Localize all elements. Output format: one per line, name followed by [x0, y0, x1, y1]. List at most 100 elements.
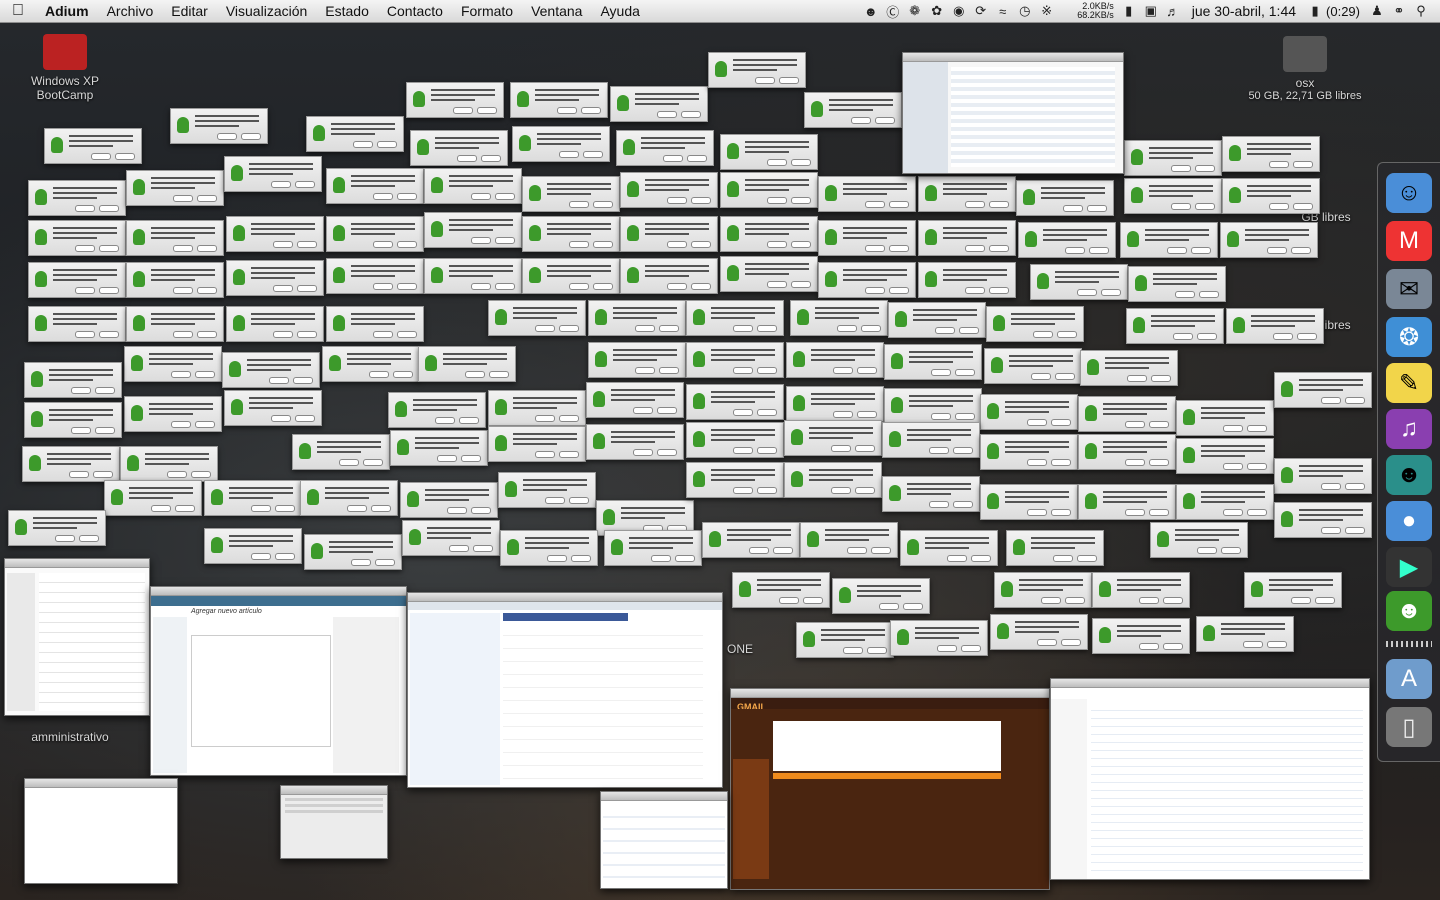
- alert-button[interactable]: [373, 331, 393, 338]
- alert-button[interactable]: [197, 245, 217, 252]
- alert-button[interactable]: [1163, 597, 1183, 604]
- alert-button[interactable]: [1065, 597, 1085, 604]
- alert-button[interactable]: [353, 141, 373, 148]
- alert-button[interactable]: [657, 407, 677, 414]
- alert-button[interactable]: [453, 107, 473, 114]
- adium-alert-dialog[interactable]: [616, 130, 714, 166]
- adium-alert-dialog[interactable]: [980, 484, 1078, 520]
- alert-button[interactable]: [55, 535, 75, 542]
- alert-button[interactable]: [875, 117, 895, 124]
- alert-button[interactable]: [733, 367, 753, 374]
- alert-button[interactable]: [1175, 291, 1195, 298]
- wifi-icon[interactable]: ≈: [992, 4, 1014, 19]
- alert-button[interactable]: [733, 325, 753, 332]
- alert-button[interactable]: [71, 427, 91, 434]
- alert-button[interactable]: [375, 559, 395, 566]
- adium-alert-dialog[interactable]: [1176, 438, 1274, 474]
- alert-button[interactable]: [535, 415, 555, 422]
- adium-alert-dialog[interactable]: [1078, 396, 1176, 432]
- adium-alert-dialog[interactable]: [22, 446, 120, 482]
- adium-alert-dialog[interactable]: [720, 172, 818, 208]
- adium-alert-dialog[interactable]: [918, 262, 1016, 298]
- adium-alert-dialog[interactable]: [918, 176, 1016, 212]
- itunes-icon[interactable]: ♫: [1386, 409, 1432, 449]
- adium-alert-dialog[interactable]: [1176, 400, 1274, 436]
- alert-button[interactable]: [471, 283, 491, 290]
- mail-icon[interactable]: ✉: [1386, 269, 1432, 309]
- alert-button[interactable]: [865, 245, 885, 252]
- alert-button[interactable]: [397, 331, 417, 338]
- alert-button[interactable]: [937, 645, 957, 652]
- alert-button[interactable]: [75, 205, 95, 212]
- alert-button[interactable]: [295, 415, 315, 422]
- adium-alert-dialog[interactable]: [304, 534, 402, 570]
- alert-button[interactable]: [1199, 291, 1219, 298]
- alert-button[interactable]: [757, 367, 777, 374]
- alert-button[interactable]: [767, 281, 787, 288]
- alert-button[interactable]: [691, 241, 711, 248]
- alert-button[interactable]: [471, 507, 491, 514]
- alert-button[interactable]: [861, 325, 881, 332]
- alert-button[interactable]: [1195, 165, 1215, 172]
- alert-button[interactable]: [95, 387, 115, 394]
- adium-alert-dialog[interactable]: [326, 216, 424, 252]
- adium-alert-dialog[interactable]: [424, 168, 522, 204]
- alert-button[interactable]: [855, 487, 875, 494]
- alert-button[interactable]: [879, 603, 899, 610]
- adium-alert-dialog[interactable]: [1124, 178, 1222, 214]
- alert-button[interactable]: [373, 193, 393, 200]
- adium-alert-dialog[interactable]: [980, 434, 1078, 470]
- menu-app[interactable]: Adium: [36, 3, 98, 19]
- adium-alert-dialog[interactable]: [610, 86, 708, 122]
- alert-button[interactable]: [1321, 527, 1341, 534]
- window-titlebar[interactable]: [25, 779, 177, 788]
- menu-contacto[interactable]: Contacto: [378, 3, 452, 19]
- alert-button[interactable]: [559, 451, 579, 458]
- alert-button[interactable]: [569, 241, 589, 248]
- alert-button[interactable]: [197, 331, 217, 338]
- alert-button[interactable]: [1223, 509, 1243, 516]
- adium-alert-dialog[interactable]: [400, 482, 498, 518]
- adium-alert-dialog[interactable]: [126, 306, 224, 342]
- alert-button[interactable]: [1101, 289, 1121, 296]
- alert-button[interactable]: [1293, 161, 1313, 168]
- alert-button[interactable]: [465, 371, 485, 378]
- alert-button[interactable]: [1151, 375, 1171, 382]
- window-titlebar[interactable]: [731, 689, 1049, 698]
- alert-button[interactable]: [1055, 373, 1075, 380]
- alert-button[interactable]: [1197, 547, 1217, 554]
- alert-button[interactable]: [151, 505, 171, 512]
- alert-button[interactable]: [173, 245, 193, 252]
- window-titlebar[interactable]: [151, 587, 406, 596]
- alert-button[interactable]: [297, 331, 317, 338]
- alert-button[interactable]: [791, 197, 811, 204]
- alert-button[interactable]: [843, 647, 863, 654]
- alert-button[interactable]: [1321, 397, 1341, 404]
- alert-button[interactable]: [569, 283, 589, 290]
- alert-button[interactable]: [773, 547, 793, 554]
- adium-alert-dialog[interactable]: [1126, 308, 1224, 344]
- adium-alert-dialog[interactable]: [1244, 572, 1342, 608]
- alert-button[interactable]: [831, 445, 851, 452]
- alert-button[interactable]: [593, 241, 613, 248]
- alert-button[interactable]: [1167, 247, 1187, 254]
- gmail-inbox[interactable]: [773, 721, 1001, 771]
- alert-button[interactable]: [273, 241, 293, 248]
- alert-button[interactable]: [1149, 421, 1169, 428]
- alert-button[interactable]: [535, 325, 555, 332]
- menu-ayuda[interactable]: Ayuda: [591, 3, 648, 19]
- avatar-icon[interactable]: ☻: [1386, 455, 1432, 495]
- alert-button[interactable]: [593, 283, 613, 290]
- alert-button[interactable]: [393, 371, 413, 378]
- adium-alert-dialog[interactable]: [126, 170, 224, 206]
- adium-alert-dialog[interactable]: [686, 384, 784, 420]
- alert-button[interactable]: [989, 245, 1009, 252]
- alert-button[interactable]: [865, 287, 885, 294]
- alert-button[interactable]: [435, 417, 455, 424]
- alert-button[interactable]: [929, 501, 949, 508]
- adium-alert-dialog[interactable]: [800, 522, 898, 558]
- alert-button[interactable]: [251, 553, 271, 560]
- adium-alert-dialog[interactable]: [390, 430, 488, 466]
- alert-button[interactable]: [1195, 203, 1215, 210]
- volume-icon[interactable]: ♬: [1162, 4, 1184, 19]
